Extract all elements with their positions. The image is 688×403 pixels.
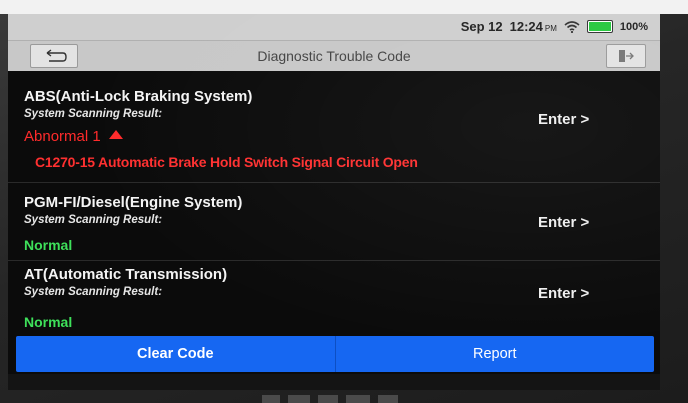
bezel-logo bbox=[262, 392, 412, 403]
system-scan-label: System Scanning Result: bbox=[24, 108, 163, 120]
system-status-abnormal[interactable]: Abnormal 1 bbox=[24, 128, 123, 145]
status-time-group: 12:24 PM bbox=[510, 19, 557, 34]
status-time: 12:24 bbox=[509, 19, 543, 34]
system-item-engine[interactable]: PGM-FI/Diesel(Engine System) System Scan… bbox=[8, 182, 660, 258]
logo-mark bbox=[262, 395, 398, 403]
enter-button-engine[interactable]: Enter > bbox=[538, 214, 589, 231]
enter-button-transmission[interactable]: Enter > bbox=[538, 285, 589, 302]
battery-level: 100% bbox=[619, 20, 648, 33]
status-date: Sep 12 bbox=[460, 19, 503, 34]
bezel-top-edge bbox=[0, 0, 688, 14]
screen-bottom-strip bbox=[8, 374, 660, 390]
status-indicators: Sep 12 12:24 PM 100% bbox=[461, 19, 648, 34]
title-bar: Diagnostic Trouble Code bbox=[8, 40, 660, 71]
wifi-icon bbox=[564, 20, 580, 33]
device-bezel: Sep 12 12:24 PM 100% Diagnostic Trouble … bbox=[0, 0, 688, 403]
collapse-triangle-icon bbox=[108, 130, 123, 139]
system-status-normal: Normal bbox=[24, 237, 73, 253]
status-bar: Sep 12 12:24 PM 100% bbox=[8, 14, 660, 40]
system-name: AT(Automatic Transmission) bbox=[24, 266, 228, 283]
action-bar: Clear Code Report bbox=[16, 336, 654, 372]
system-status-normal: Normal bbox=[24, 314, 73, 330]
system-scan-label: System Scanning Result: bbox=[24, 214, 163, 226]
exit-button[interactable] bbox=[606, 44, 646, 68]
dtc-entry: C1270-15 Automatic Brake Hold Switch Sig… bbox=[35, 154, 418, 170]
report-button[interactable]: Report bbox=[336, 336, 655, 372]
system-item-abs[interactable]: ABS(Anti-Lock Braking System) System Sca… bbox=[8, 70, 660, 180]
exit-icon bbox=[619, 50, 634, 62]
system-list: ABS(Anti-Lock Braking System) System Sca… bbox=[8, 70, 660, 334]
enter-button-abs[interactable]: Enter > bbox=[538, 111, 589, 128]
system-item-transmission[interactable]: AT(Automatic Transmission) System Scanni… bbox=[8, 260, 660, 334]
device-screen: Sep 12 12:24 PM 100% Diagnostic Trouble … bbox=[8, 14, 660, 390]
status-text: Abnormal 1 bbox=[24, 128, 101, 145]
clear-code-button[interactable]: Clear Code bbox=[16, 336, 335, 372]
system-name: PGM-FI/Diesel(Engine System) bbox=[24, 194, 243, 211]
status-ampm: PM bbox=[544, 24, 557, 33]
battery-icon bbox=[586, 20, 613, 33]
page-title: Diagnostic Trouble Code bbox=[257, 48, 411, 64]
system-name: ABS(Anti-Lock Braking System) bbox=[24, 88, 253, 105]
system-scan-label: System Scanning Result: bbox=[24, 286, 163, 298]
